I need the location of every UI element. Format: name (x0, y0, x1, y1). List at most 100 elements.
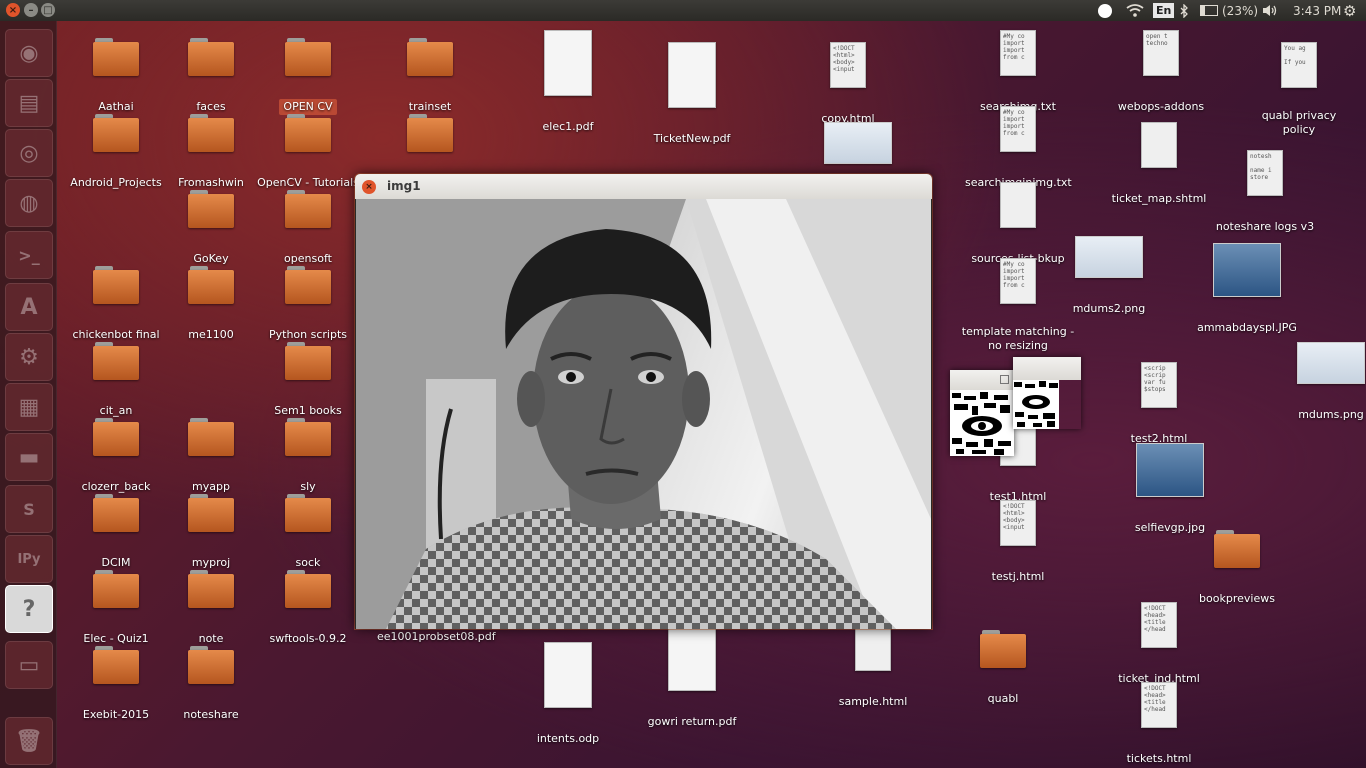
launcher-ubuntu-dash-icon[interactable]: ◉ (5, 29, 53, 77)
desktop-item-label: ee1001probset08.pdf (377, 630, 496, 643)
desktop-item-label: ammabdayspl.JPG (1197, 321, 1297, 334)
desktop-folder[interactable]: opensoft (253, 190, 363, 266)
launcher-firefox-icon[interactable]: ◍ (5, 179, 53, 227)
launcher-app-icon[interactable]: ▭ (5, 641, 53, 689)
launcher-ipython-icon[interactable]: IPy (5, 535, 53, 583)
launcher-system-settings-icon[interactable]: ⚙ (5, 333, 53, 381)
maximize-icon[interactable] (1000, 375, 1009, 384)
desktop-file[interactable]: elec1.pdf (513, 30, 623, 134)
launcher-drive-icon[interactable]: ▬ (5, 433, 53, 481)
img1-titlebar[interactable]: × img1 (355, 174, 932, 199)
desktop-item-label: ticket_map.shtml (1111, 192, 1207, 205)
desktop-folder[interactable]: Exebit-2015 (61, 646, 171, 722)
desktop-folder[interactable]: Fromashwin (156, 114, 266, 190)
desktop-folder[interactable]: Android_Projects (61, 114, 171, 190)
desktop-file[interactable]: #My co import import from csearchimginim… (963, 106, 1073, 190)
desktop-item-label: me1100 (188, 328, 234, 341)
desktop-file[interactable]: notesh name i store noteshare logs v3 (1210, 150, 1320, 234)
desktop-file[interactable]: sample.html (818, 625, 928, 709)
desktop-folder[interactable]: chickenbot final (61, 266, 171, 342)
launcher-unknown-app-icon[interactable]: ? (5, 585, 53, 633)
desktop-file[interactable]: mdums.png (1276, 342, 1366, 422)
launcher-terminal-icon[interactable]: >_ (5, 231, 53, 279)
desktop-folder[interactable]: Aathai (61, 38, 171, 114)
volume-icon[interactable] (1262, 0, 1280, 21)
desktop-folder[interactable]: Elec - Quiz1 (61, 570, 171, 646)
desktop-file[interactable]: TicketNew.pdf (637, 42, 747, 146)
desktop-file[interactable]: ticket_map.shtml (1104, 122, 1214, 206)
folder-icon (407, 114, 453, 152)
desktop-folder[interactable]: clozerr_back (61, 418, 171, 494)
folder-icon (980, 630, 1026, 668)
record-indicator-icon[interactable] (1098, 0, 1112, 21)
desktop-folder[interactable]: faces (156, 38, 266, 114)
desktop-folder[interactable]: trainset (375, 38, 485, 114)
battery-indicator[interactable]: (23%) (1200, 0, 1258, 21)
desktop-folder[interactable]: note (156, 570, 266, 646)
keyboard-language-indicator[interactable]: En (1153, 0, 1175, 21)
desktop-folder[interactable]: OpenCV - Tutorials (253, 114, 363, 190)
desktop-item-label: testj.html (991, 570, 1045, 583)
desktop-file[interactable]: #My co import import from csearchimg.txt (963, 30, 1073, 114)
wifi-icon[interactable] (1126, 0, 1144, 21)
desktop-item-label: Android_Projects (70, 176, 162, 189)
launcher-trash-icon[interactable]: 🗑 (5, 717, 53, 765)
desktop-folder[interactable]: Python scripts (253, 266, 363, 342)
desktop-item-label: Fromashwin (178, 176, 244, 189)
img1-window[interactable]: × img1 (355, 174, 932, 629)
desktop-folder[interactable]: noteshare (156, 646, 266, 722)
desktop-folder[interactable]: swftools-0.9.2 (253, 570, 363, 646)
desktop-file[interactable]: <!DOCT <html> <body> <input copy.html (793, 42, 903, 126)
document-icon (668, 42, 716, 108)
photo-thumbnail (1213, 243, 1281, 297)
launcher-workspaces-icon[interactable]: ▦ (5, 383, 53, 431)
launcher-files-icon[interactable]: ▤ (5, 79, 53, 127)
launcher-software-center-icon[interactable]: A (5, 283, 53, 331)
desktop-item-label: sock (295, 556, 321, 569)
launcher-chromium-icon[interactable]: ◎ (5, 129, 53, 177)
desktop-folder[interactable]: myproj (156, 494, 266, 570)
desktop-file[interactable]: <scrip <scrip var fu $stops test2.html (1104, 362, 1214, 446)
desktop-folder[interactable]: cit_an (61, 342, 171, 418)
desktop-file[interactable]: open t techno webops-addons (1106, 30, 1216, 114)
text-file-icon (1000, 182, 1036, 228)
image-thumbnail (1297, 342, 1365, 384)
desktop-file[interactable]: ammabdayspl.JPG (1192, 243, 1302, 335)
desktop-file[interactable]: <!DOCT <head> <title </head ticket_ind.ht… (1104, 602, 1214, 686)
window-close-button[interactable]: × (6, 3, 20, 17)
mini-titlebar[interactable] (950, 370, 1014, 390)
desktop-folder[interactable]: GoKey (156, 190, 266, 266)
desktop-file[interactable]: gowri return.pdf (637, 625, 747, 729)
desktop-file[interactable]: <!DOCT <head> <title </head tickets.html (1104, 682, 1214, 766)
clock[interactable]: 3:43 PM (1293, 0, 1341, 21)
desktop-file[interactable]: selfievgp.jpg (1115, 443, 1225, 535)
folder-icon (407, 38, 453, 76)
desktop-folder[interactable]: Sem1 books (253, 342, 363, 418)
desktop-folder[interactable]: DCIM (61, 494, 171, 570)
desktop-file[interactable]: <!DOCT <html> <body> <input testj.html (963, 500, 1073, 584)
desktop-folder[interactable]: sock (253, 494, 363, 570)
threshold-window-2[interactable] (1013, 357, 1081, 429)
desktop-file[interactable]: You ag If you quabl privacy policy (1244, 42, 1354, 137)
desktop-file[interactable]: #My co import import from c template matc… (953, 258, 1083, 353)
window-minimize-button[interactable]: – (24, 3, 38, 17)
text-file-icon: <scrip <scrip var fu $stops (1141, 362, 1177, 408)
launcher: ◉ ▤ ◎ ◍ >_ A ⚙ ▦ ▬ S IPy? ▭ 🗑 (0, 21, 57, 768)
desktop-folder[interactable]: OPEN CV (253, 38, 363, 115)
launcher-sublime-text-icon[interactable]: S (5, 485, 53, 533)
mini-titlebar[interactable] (1013, 357, 1081, 380)
threshold-window-1[interactable] (950, 370, 1014, 456)
desktop-folder[interactable]: me1100 (156, 266, 266, 342)
desktop-folder[interactable]: sly (253, 418, 363, 494)
document-icon (544, 30, 592, 96)
window-maximize-button[interactable]: □ (41, 3, 55, 17)
desktop-folder[interactable]: bookpreviews (1182, 530, 1292, 606)
bluetooth-icon[interactable] (1180, 0, 1189, 21)
desktop-item-label: noteshare logs v3 (1215, 220, 1315, 233)
desktop-folder[interactable]: myapp (156, 418, 266, 494)
desktop-folder[interactable]: quabl (948, 630, 1058, 706)
gear-icon[interactable]: ⚙ (1343, 0, 1356, 21)
close-icon[interactable]: × (362, 180, 376, 194)
desktop-item-label: myproj (191, 556, 231, 569)
desktop-file[interactable]: intents.odp (513, 642, 623, 746)
